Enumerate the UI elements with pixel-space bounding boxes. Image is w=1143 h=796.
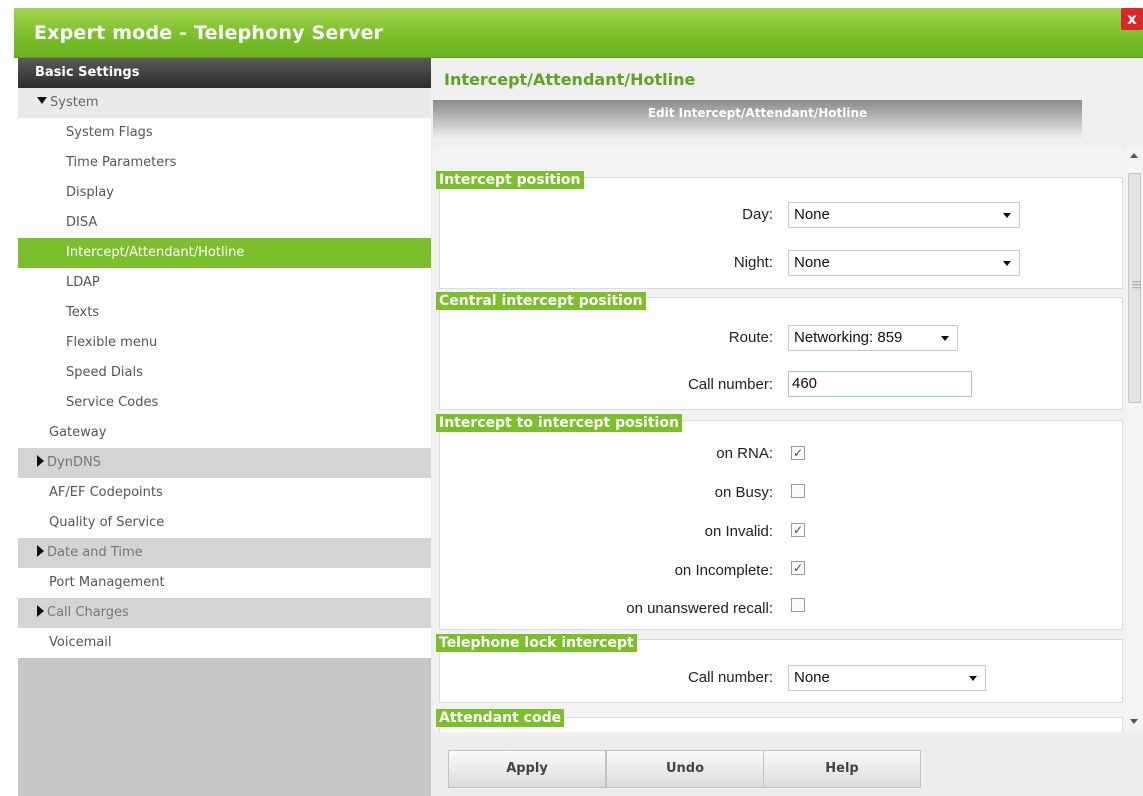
intercept-position-header: Intercept position xyxy=(436,171,584,189)
edit-subtitle-bar: Edit Intercept/Attendant/Hotline xyxy=(433,100,1082,140)
collapsed-triangle-icon xyxy=(37,604,44,617)
button-bar: Apply Undo Help xyxy=(433,736,1143,796)
central-intercept-header: Central intercept position xyxy=(436,292,646,310)
on-busy-label: on Busy: xyxy=(714,484,773,501)
day-select[interactable]: None xyxy=(788,202,1020,228)
on-rna-label: on RNA: xyxy=(716,445,773,462)
scroll-down-arrow-icon[interactable] xyxy=(1130,719,1138,724)
apply-button[interactable]: Apply xyxy=(448,750,606,788)
dropdown-arrow-icon xyxy=(1003,213,1011,218)
lock-call-number-value: None xyxy=(794,669,830,686)
sidebar-item-flexible-menu[interactable]: Flexible menu xyxy=(18,328,431,358)
central-call-number-label: Call number: xyxy=(687,376,773,393)
telephone-lock-header: Telephone lock intercept xyxy=(436,634,637,652)
grip-icon: — — — xyxy=(1132,277,1141,293)
check-icon: ✓ xyxy=(792,523,804,537)
form-scroll-area: Intercept position Day: None Night: None… xyxy=(433,147,1126,732)
dropdown-arrow-icon xyxy=(941,336,949,341)
sidebar-header[interactable]: Basic Settings xyxy=(18,58,431,88)
on-busy-checkbox[interactable] xyxy=(791,484,805,498)
sidebar-item-service-codes[interactable]: Service Codes xyxy=(18,388,431,418)
on-unanswered-recall-label: on unanswered recall: xyxy=(626,600,773,617)
page-title: Intercept/Attendant/Hotline xyxy=(444,70,696,89)
sidebar-group-date-and-time[interactable]: Date and Time xyxy=(18,538,431,568)
sidebar-item-display[interactable]: Display xyxy=(18,178,431,208)
central-intercept-section xyxy=(439,297,1123,410)
sidebar-item-label: Call Charges xyxy=(47,605,129,620)
lock-call-number-select[interactable]: None xyxy=(788,665,986,691)
sidebar-item-quality-of-service[interactable]: Quality of Service xyxy=(18,508,431,538)
sidebar-item-af-ef-codepoints[interactable]: AF/EF Codepoints xyxy=(18,478,431,508)
sidebar-item-port-management[interactable]: Port Management xyxy=(18,568,431,598)
scrollbar-thumb[interactable]: — — — xyxy=(1128,173,1141,403)
sidebar-item-label: System xyxy=(50,95,99,110)
central-call-number-input[interactable]: 460 xyxy=(788,371,972,397)
check-icon: ✓ xyxy=(792,446,804,460)
close-icon[interactable]: x xyxy=(1121,8,1143,30)
route-label: Route: xyxy=(728,329,773,346)
scroll-up-arrow-icon[interactable] xyxy=(1130,153,1138,158)
vertical-scrollbar[interactable]: — — — xyxy=(1126,147,1143,732)
on-invalid-checkbox[interactable]: ✓ xyxy=(791,523,805,537)
title-bar: Expert mode - Telephony Server xyxy=(14,8,1143,58)
route-select[interactable]: Networking: 859 xyxy=(788,325,958,351)
collapsed-triangle-icon xyxy=(37,544,44,557)
on-incomplete-checkbox[interactable]: ✓ xyxy=(791,561,805,575)
on-incomplete-label: on Incomplete: xyxy=(674,562,773,579)
sidebar-item-voicemail[interactable]: Voicemail xyxy=(18,628,431,658)
night-label: Night: xyxy=(733,254,773,271)
route-select-value: Networking: 859 xyxy=(794,329,903,346)
sidebar-item-disa[interactable]: DISA xyxy=(18,208,431,238)
check-icon: ✓ xyxy=(792,561,804,575)
on-unanswered-recall-checkbox[interactable] xyxy=(791,598,805,612)
sidebar-item-texts[interactable]: Texts xyxy=(18,298,431,328)
sidebar-item-system-flags[interactable]: System Flags xyxy=(18,118,431,148)
sidebar-item-ldap[interactable]: LDAP xyxy=(18,268,431,298)
attendant-code-header: Attendant code xyxy=(436,709,565,727)
expanded-triangle-icon xyxy=(37,97,47,104)
on-invalid-label: on Invalid: xyxy=(704,523,773,540)
day-label: Day: xyxy=(742,206,773,223)
sidebar-item-speed-dials[interactable]: Speed Dials xyxy=(18,358,431,388)
dropdown-arrow-icon xyxy=(1003,261,1011,266)
sidebar: Basic Settings System System Flags Time … xyxy=(18,58,431,796)
lock-call-number-label: Call number: xyxy=(687,669,773,686)
on-rna-checkbox[interactable]: ✓ xyxy=(791,446,805,460)
sidebar-group-call-charges[interactable]: Call Charges xyxy=(18,598,431,628)
sidebar-item-label: DynDNS xyxy=(47,455,101,470)
day-select-value: None xyxy=(794,206,830,223)
help-button[interactable]: Help xyxy=(763,750,921,788)
sidebar-group-system[interactable]: System xyxy=(18,88,431,118)
sidebar-item-gateway[interactable]: Gateway xyxy=(18,418,431,448)
dropdown-arrow-icon xyxy=(969,676,977,681)
undo-button[interactable]: Undo xyxy=(606,750,764,788)
intercept-to-position-header: Intercept to intercept position xyxy=(436,414,682,432)
collapsed-triangle-icon xyxy=(37,454,44,467)
night-select[interactable]: None xyxy=(788,250,1020,276)
sidebar-item-label: Date and Time xyxy=(47,545,143,560)
intercept-position-section xyxy=(439,177,1123,289)
night-select-value: None xyxy=(794,254,830,271)
intercept-to-position-section xyxy=(439,420,1123,630)
sidebar-item-intercept-attendant-hotline[interactable]: Intercept/Attendant/Hotline xyxy=(18,238,431,268)
sidebar-item-time-parameters[interactable]: Time Parameters xyxy=(18,148,431,178)
sidebar-group-dyndns[interactable]: DynDNS xyxy=(18,448,431,478)
window-title: Expert mode - Telephony Server xyxy=(34,22,384,44)
